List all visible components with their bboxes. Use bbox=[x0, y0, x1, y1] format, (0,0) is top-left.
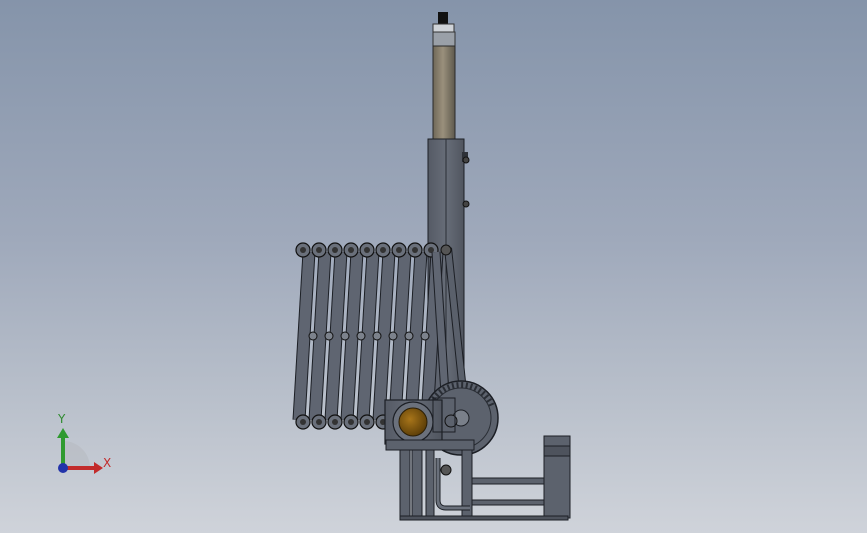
center-pin bbox=[324, 331, 334, 341]
center-pin bbox=[404, 331, 414, 341]
center-pin bbox=[308, 331, 318, 341]
z-axis-origin bbox=[58, 463, 68, 473]
center-pin bbox=[356, 331, 366, 341]
center-pin bbox=[340, 331, 350, 341]
x-axis-label: X bbox=[103, 456, 112, 470]
center-pin bbox=[420, 331, 430, 341]
vertical-shaft bbox=[432, 45, 456, 141]
center-pin bbox=[372, 331, 382, 341]
mechanical-assembly-model[interactable] bbox=[0, 0, 867, 533]
y-axis-label: Y bbox=[58, 412, 66, 426]
center-pin bbox=[388, 331, 398, 341]
coordinate-triad: Y X bbox=[40, 408, 130, 488]
cad-viewport[interactable]: Y X bbox=[0, 0, 867, 533]
top-cap bbox=[432, 12, 456, 47]
axis-arrows bbox=[57, 428, 103, 474]
